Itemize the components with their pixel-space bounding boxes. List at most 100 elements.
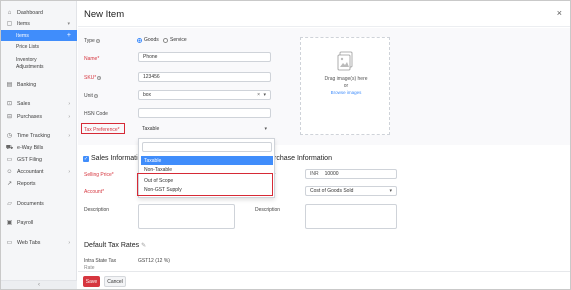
- sidebar-item-label: Items: [16, 32, 29, 39]
- page-header: New Item ×: [78, 1, 570, 27]
- sidebar-item-items[interactable]: ▢ Items ▾: [1, 18, 77, 29]
- hsn-label: HSN Code: [84, 111, 108, 117]
- sidebar-item-inventory[interactable]: Inventory: [16, 57, 76, 63]
- sidebar-collapse-button[interactable]: ‹: [1, 280, 77, 289]
- sidebar-item-dashboard[interactable]: ⌂ Dashboard: [1, 7, 77, 18]
- payroll-icon: ▣: [6, 220, 13, 226]
- plus-icon[interactable]: +: [67, 32, 71, 39]
- cart-icon: ⊡: [6, 101, 13, 107]
- cube-icon: ▢: [6, 21, 13, 27]
- sidebar-item-label: Banking: [17, 81, 37, 88]
- save-button[interactable]: Save: [83, 276, 100, 287]
- sidebar-item-documents[interactable]: ▱ Documents: [1, 198, 77, 209]
- checkbox-checked-icon[interactable]: ✓: [83, 155, 89, 162]
- image-dropzone[interactable]: Drag image(s) here or Browse images: [300, 37, 390, 135]
- dropdown-option[interactable]: Taxable: [141, 156, 273, 165]
- help-icon[interactable]: ?: [93, 93, 98, 98]
- purchase-account-select[interactable]: Cost of Goods Sold ▾: [305, 186, 397, 196]
- default-tax-rates-title: Default Tax Rates ✎: [84, 242, 147, 249]
- purchase-description-label: Description: [255, 207, 281, 213]
- close-icon[interactable]: ×: [557, 8, 562, 18]
- sales-description-input[interactable]: [138, 204, 235, 229]
- sidebar-item-items-sub[interactable]: Items +: [1, 30, 77, 41]
- clear-icon[interactable]: ×: [257, 92, 260, 98]
- sidebar-item-accountant[interactable]: ☺ Accountant ›: [1, 166, 77, 177]
- sidebar-item-label: Items: [17, 20, 30, 27]
- sidebar-item-label: Reports: [17, 180, 36, 187]
- sales-account-label: Account*: [84, 189, 105, 195]
- dashboard-icon: ⌂: [7, 9, 12, 16]
- intra-state-tax-value: GST12 (12 %): [138, 258, 170, 264]
- edit-icon[interactable]: ✎: [141, 242, 146, 249]
- type-label: Type?: [84, 38, 100, 44]
- sidebar-item-label: Web Tabs: [17, 239, 41, 246]
- help-icon[interactable]: ?: [95, 38, 100, 43]
- help-icon[interactable]: ?: [97, 75, 102, 80]
- unit-label: Unit?: [84, 93, 98, 99]
- sidebar-item-sales[interactable]: ⊡ Sales ›: [1, 98, 77, 109]
- truck-icon: ⛟: [5, 144, 14, 151]
- chevron-left-icon: ‹: [38, 282, 40, 288]
- bag-icon: ⊟: [6, 114, 13, 120]
- unit-select[interactable]: box × ▾: [138, 90, 271, 100]
- page-title: New Item: [84, 9, 125, 20]
- dropdown-search-input[interactable]: [142, 142, 272, 152]
- sidebar-item-reports[interactable]: ↗ Reports: [1, 178, 77, 189]
- chevron-down-icon: ▾: [264, 126, 267, 132]
- person-icon: ☺: [6, 168, 13, 175]
- sidebar-item-payroll[interactable]: ▣ Payroll: [1, 217, 77, 228]
- sidebar-item-label: Sales: [17, 100, 31, 107]
- sidebar-item-label: e-Way Bills: [17, 144, 44, 151]
- radio-selected: [137, 37, 142, 43]
- hsn-input[interactable]: [138, 108, 271, 118]
- chevron-right-icon: ›: [68, 168, 70, 175]
- name-label: Name*: [84, 56, 100, 62]
- type-goods-radio[interactable]: Goods: [137, 37, 159, 43]
- purchase-section-title: rchase Information: [274, 155, 332, 162]
- new-item-form: New Item × Type? Goods Service Name* Pho…: [78, 1, 570, 289]
- sku-input[interactable]: 123456: [138, 72, 271, 82]
- type-service-radio[interactable]: Service: [163, 37, 187, 43]
- sidebar-item-banking[interactable]: ▤ Banking: [1, 79, 77, 90]
- sidebar-item-label: Purchases: [17, 113, 43, 120]
- cost-price-input[interactable]: INR 10000: [305, 169, 397, 179]
- sidebar-item-label: Dashboard: [17, 9, 43, 16]
- dropzone-text: Drag image(s) here: [324, 76, 368, 82]
- sidebar-item-web-tabs[interactable]: ▭ Web Tabs ›: [1, 237, 77, 248]
- tabs-icon: ▭: [6, 240, 13, 246]
- sidebar-item-adjustments[interactable]: Adjustments: [16, 64, 76, 70]
- sku-label: SKU*?: [84, 75, 102, 81]
- sidebar-item-label: Time Tracking: [17, 132, 51, 139]
- name-input[interactable]: Phone: [138, 52, 271, 62]
- form-footer: Save Cancel: [78, 271, 570, 289]
- sidebar-item-label: GST Filing: [17, 156, 42, 163]
- clock-icon: ◷: [6, 133, 13, 139]
- sidebar: ⌂ Dashboard ▢ Items ▾ Items + Price List…: [1, 1, 77, 289]
- dropdown-options-highlight: [137, 173, 273, 196]
- selling-price-label: Selling Price*: [84, 172, 114, 178]
- tax-preference-select[interactable]: Taxable ▾: [138, 124, 271, 134]
- sidebar-item-label: Accountant: [17, 168, 44, 175]
- sidebar-item-eway-bills[interactable]: ⛟ e-Way Bills: [1, 142, 77, 153]
- purchase-description-input[interactable]: [305, 204, 397, 229]
- radio-unselected: [163, 37, 168, 43]
- bank-icon: ▤: [6, 82, 13, 88]
- chevron-down-icon: ▾: [263, 92, 266, 98]
- sidebar-item-purchases[interactable]: ⊟ Purchases ›: [1, 111, 77, 122]
- sidebar-item-price-lists[interactable]: Price Lists: [16, 44, 76, 50]
- sales-description-label: Description: [84, 207, 110, 213]
- currency-label: INR: [310, 171, 319, 177]
- sidebar-item-label: Documents: [17, 200, 44, 207]
- chevron-right-icon: ›: [68, 113, 70, 120]
- chevron-right-icon: ›: [68, 132, 70, 139]
- sidebar-item-gst-filing[interactable]: ▭ GST Filing: [1, 154, 77, 165]
- browse-images-link[interactable]: Browse images: [301, 90, 391, 95]
- sales-section-title[interactable]: ✓ Sales Information: [83, 155, 145, 162]
- tax-preference-highlight: [81, 123, 125, 134]
- chevron-down-icon: ▾: [389, 188, 392, 194]
- sidebar-item-time-tracking[interactable]: ◷ Time Tracking ›: [1, 130, 77, 141]
- chevron-down-icon: ▾: [67, 20, 70, 27]
- chevron-right-icon: ›: [68, 100, 70, 107]
- sidebar-item-label: Payroll: [17, 219, 34, 226]
- cancel-button[interactable]: Cancel: [104, 276, 126, 287]
